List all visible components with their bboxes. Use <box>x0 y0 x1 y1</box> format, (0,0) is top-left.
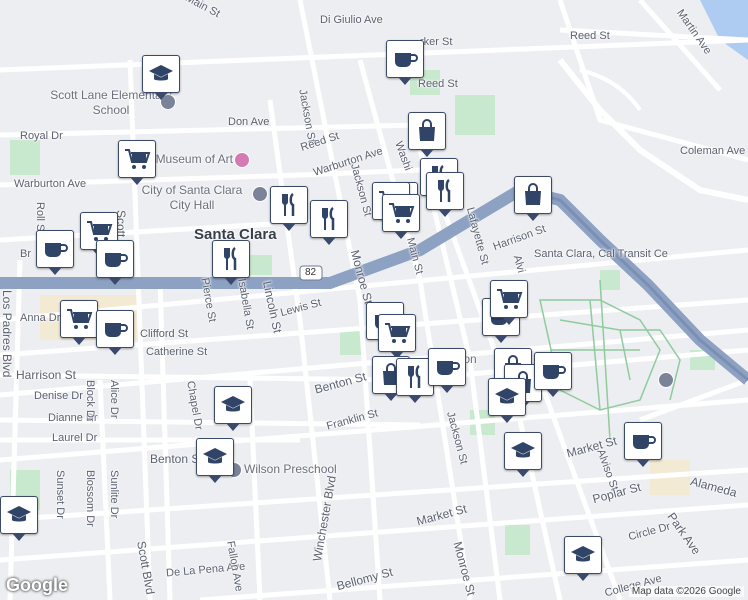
map-marker-school[interactable] <box>214 386 252 431</box>
fork-knife-icon <box>315 205 343 233</box>
street-label-sunset-dr: Sunset Dr <box>54 470 66 519</box>
graduation-cap-icon <box>147 60 175 88</box>
poi-label-wilson-preschool[interactable]: Wilson Preschool <box>244 462 337 476</box>
map-marker-coffee[interactable] <box>386 40 424 85</box>
street-label-block-dr: Block Dr <box>84 380 96 422</box>
map-marker-coffee[interactable] <box>534 352 572 397</box>
map-marker-restaurant[interactable] <box>270 186 308 231</box>
map-marker-grocery[interactable] <box>382 194 420 239</box>
street-label-brad: Br <box>20 248 31 260</box>
university-poi-icon <box>658 372 674 388</box>
graduation-cap-icon <box>509 437 537 465</box>
fork-knife-icon <box>275 191 303 219</box>
street-label-reed-st-east: Reed St <box>570 30 610 42</box>
graduation-cap-icon <box>201 443 229 471</box>
street-label-parker-st: rker St <box>420 36 453 48</box>
coffee-cup-icon <box>433 353 461 381</box>
street-label-blossom-dr: Blossom Dr <box>84 470 96 527</box>
street-label-sunlite-dr: Sunlite Dr <box>108 470 120 519</box>
shopping-cart-icon <box>495 285 523 313</box>
poi-label-city-hall[interactable]: City of Santa Clara City Hall <box>136 183 248 213</box>
street-label-reed-st-mid: Reed St <box>418 78 458 90</box>
fork-knife-icon <box>401 363 429 391</box>
route-82-shield-label: 82 <box>305 267 317 278</box>
fork-knife-icon <box>431 177 459 205</box>
coffee-cup-icon <box>101 315 129 343</box>
street-label-roll-st: Roll S <box>34 202 46 232</box>
street-label-alice-dr: Alice Dr <box>108 380 120 419</box>
street-label-don-ave: Don Ave <box>228 116 270 128</box>
graduation-cap-icon <box>219 391 247 419</box>
map-marker-coffee[interactable] <box>96 240 134 285</box>
map-marker-school[interactable] <box>0 496 38 541</box>
map-marker-grocery[interactable] <box>118 140 156 185</box>
map-marker-grocery[interactable] <box>378 314 416 359</box>
google-logo[interactable]: Google <box>6 575 68 596</box>
shopping-cart-icon <box>387 199 415 227</box>
street-label-laurel-dr: Laurel Dr <box>52 432 98 444</box>
street-label-transit-center: Santa Clara, Cal Transit Ce <box>534 248 668 260</box>
map-marker-shopping[interactable] <box>408 112 446 157</box>
street-label-benton-st-w: Benton St <box>150 452 203 466</box>
shopping-cart-icon <box>65 305 93 333</box>
map-marker-school[interactable] <box>564 536 602 581</box>
map-canvas[interactable]: Main St Di Giulio Ave rker St Reed St Ma… <box>0 0 748 600</box>
shopping-cart-icon <box>123 145 151 173</box>
street-label-warburton-ave-w: Warburton Ave <box>14 178 87 190</box>
graduation-cap-icon <box>569 541 597 569</box>
street-label-coleman-ave: Coleman Ave <box>680 145 746 157</box>
coffee-cup-icon <box>629 427 657 455</box>
graduation-cap-icon <box>5 501 33 529</box>
shopping-bag-icon <box>519 181 547 209</box>
street-label-los-padres-blvd: Los Padres Blvd <box>0 290 14 378</box>
map-attribution[interactable]: Map data ©2026 Google <box>628 586 744 597</box>
map-marker-shopping[interactable] <box>514 176 552 221</box>
city-hall-poi-icon <box>252 186 268 202</box>
coffee-cup-icon <box>101 245 129 273</box>
street-label-clifford-st: Clifford St <box>140 328 189 340</box>
fork-knife-icon <box>217 245 245 273</box>
street-label-denise-dr: Denise Dr <box>34 390 83 402</box>
museum-poi-icon <box>234 152 250 168</box>
coffee-cup-icon <box>41 235 69 263</box>
map-marker-coffee[interactable] <box>96 310 134 355</box>
street-label-royal-dr: Royal Dr <box>20 130 63 142</box>
street-label-di-giulio-ave: Di Giulio Ave <box>320 14 383 26</box>
map-marker-restaurant[interactable] <box>310 200 348 245</box>
map-marker-school[interactable] <box>488 378 526 423</box>
map-marker-school[interactable] <box>504 432 542 477</box>
map-marker-grocery[interactable] <box>60 300 98 345</box>
map-marker-grocery[interactable] <box>490 280 528 325</box>
street-label-anna-dr: Anna Dr <box>20 312 61 324</box>
map-marker-coffee[interactable] <box>36 230 74 275</box>
street-label-harrison-st-w: Harrison St <box>16 368 77 382</box>
street-label-catherine-st: Catherine St <box>146 346 208 358</box>
coffee-cup-icon <box>539 357 567 385</box>
map-marker-restaurant[interactable] <box>212 240 250 285</box>
coffee-cup-icon <box>391 45 419 73</box>
map-marker-coffee[interactable] <box>428 348 466 393</box>
map-marker-coffee[interactable] <box>624 422 662 467</box>
shopping-bag-icon <box>413 117 441 145</box>
shopping-cart-icon <box>383 319 411 347</box>
map-marker-school[interactable] <box>142 55 180 100</box>
map-marker-restaurant[interactable] <box>426 172 464 217</box>
map-marker-school[interactable] <box>196 438 234 483</box>
graduation-cap-icon <box>493 383 521 411</box>
